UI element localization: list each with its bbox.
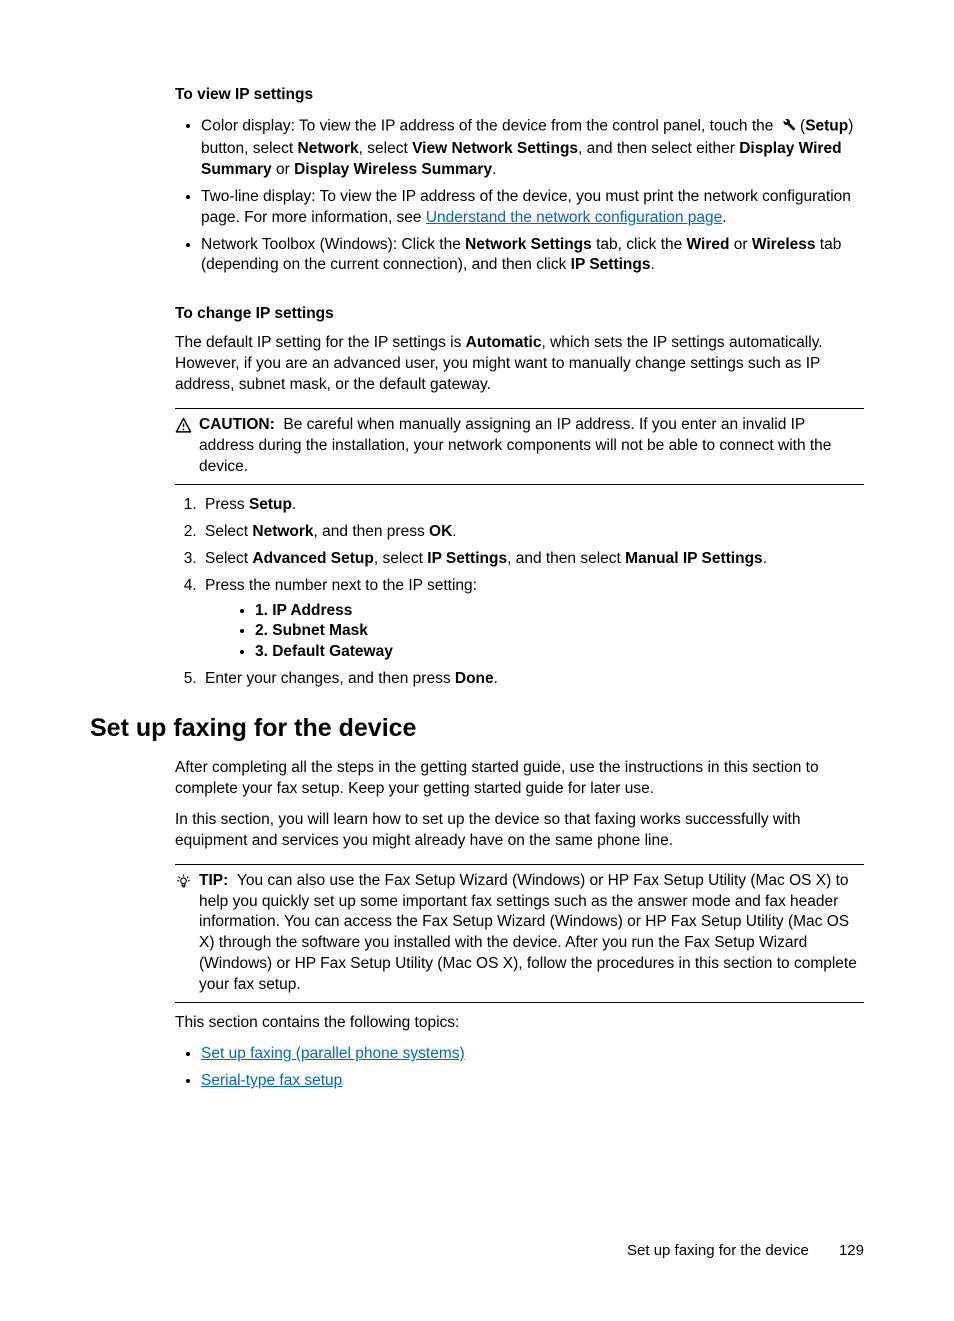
text: or — [272, 161, 294, 178]
text: , and then select either — [578, 140, 739, 157]
list-item: Serial-type fax setup — [201, 1071, 864, 1092]
text-bold: IP Settings — [427, 550, 507, 567]
text: tab, click the — [592, 236, 687, 253]
text: , select — [374, 550, 427, 567]
text-bold: Network Settings — [465, 236, 592, 253]
heading-view-ip: To view IP settings — [175, 85, 864, 106]
caution-icon — [175, 421, 192, 438]
text-bold: Automatic — [466, 334, 542, 351]
text: , and then select — [507, 550, 625, 567]
step-item: Press Setup. — [201, 495, 864, 516]
text: Press — [205, 496, 249, 513]
paragraph: The default IP setting for the IP settin… — [175, 333, 864, 396]
text: , and then press — [314, 523, 429, 540]
text-bold: Display Wireless Summary — [294, 161, 492, 178]
step-item: Press the number next to the IP setting:… — [201, 576, 864, 664]
heading-change-ip: To change IP settings — [175, 304, 864, 325]
list-item: 2. Subnet Mask — [255, 621, 864, 642]
list-view-ip: Color display: To view the IP address of… — [175, 114, 864, 276]
text-bold: Wireless — [752, 236, 816, 253]
text-bold: Setup — [805, 117, 848, 134]
step-item: Enter your changes, and then press Done. — [201, 669, 864, 690]
tip-icon — [175, 877, 192, 894]
text: , select — [359, 140, 412, 157]
text-bold: Manual IP Settings — [625, 550, 763, 567]
caution-label: CAUTION: — [199, 416, 275, 433]
text: . — [650, 256, 654, 273]
text-bold: Wired — [687, 236, 730, 253]
text-bold: Advanced Setup — [252, 550, 373, 567]
text-bold: OK — [429, 523, 452, 540]
caution-box: CAUTION: Be careful when manually assign… — [175, 408, 864, 485]
text: Select — [205, 550, 252, 567]
step-item: Select Advanced Setup, select IP Setting… — [201, 549, 864, 570]
list-item: 3. Default Gateway — [255, 642, 864, 663]
text: . — [722, 209, 726, 226]
wrench-icon — [778, 114, 796, 139]
paragraph: After completing all the steps in the ge… — [175, 758, 864, 800]
text: or — [729, 236, 751, 253]
text-bold: Setup — [249, 496, 292, 513]
footer-text: Set up faxing for the device — [627, 1242, 809, 1259]
text: . — [494, 670, 498, 687]
steps-list: Press Setup. Select Network, and then pr… — [175, 495, 864, 690]
text: Color display: To view the IP address of… — [201, 117, 778, 134]
text-bold: 2. Subnet Mask — [255, 622, 368, 639]
text: . — [452, 523, 456, 540]
text: The default IP setting for the IP settin… — [175, 334, 466, 351]
list-item: Two-line display: To view the IP address… — [201, 187, 864, 229]
text: Enter your changes, and then press — [205, 670, 455, 687]
page-number: 129 — [839, 1241, 864, 1261]
list-item: Set up faxing (parallel phone systems) — [201, 1044, 864, 1065]
link-parallel-fax[interactable]: Set up faxing (parallel phone systems) — [201, 1045, 465, 1062]
text-bold: Network — [298, 140, 359, 157]
list-item: 1. IP Address — [255, 601, 864, 622]
text: Network Toolbox (Windows): Click the — [201, 236, 465, 253]
footer: Set up faxing for the device 129 — [627, 1241, 864, 1261]
list-item: Network Toolbox (Windows): Click the Net… — [201, 235, 864, 277]
text: . — [763, 550, 767, 567]
tip-text: You can also use the Fax Setup Wizard (W… — [199, 872, 857, 994]
text: Select — [205, 523, 252, 540]
text-bold: View Network Settings — [412, 140, 578, 157]
link-network-config-page[interactable]: Understand the network configuration pag… — [426, 209, 722, 226]
list-item: Color display: To view the IP address of… — [201, 114, 864, 181]
text: . — [292, 496, 296, 513]
topics-list: Set up faxing (parallel phone systems) S… — [175, 1044, 864, 1092]
tip-box: TIP: You can also use the Fax Setup Wiza… — [175, 864, 864, 1004]
text-bold: IP Settings — [571, 256, 651, 273]
text: Press the number next to the IP setting: — [205, 577, 477, 594]
topics-line: This section contains the following topi… — [175, 1013, 864, 1034]
tip-label: TIP: — [199, 872, 228, 889]
text-bold: Network — [252, 523, 313, 540]
step-item: Select Network, and then press OK. — [201, 522, 864, 543]
heading-set-up-faxing: Set up faxing for the device — [90, 712, 864, 746]
text-bold: Done — [455, 670, 494, 687]
paragraph: In this section, you will learn how to s… — [175, 810, 864, 852]
text-bold: 1. IP Address — [255, 602, 352, 619]
link-serial-fax[interactable]: Serial-type fax setup — [201, 1072, 342, 1089]
caution-text: Be careful when manually assigning an IP… — [199, 416, 831, 475]
text-bold: 3. Default Gateway — [255, 643, 393, 660]
text: . — [492, 161, 496, 178]
ip-sublist: 1. IP Address 2. Subnet Mask 3. Default … — [205, 601, 864, 664]
